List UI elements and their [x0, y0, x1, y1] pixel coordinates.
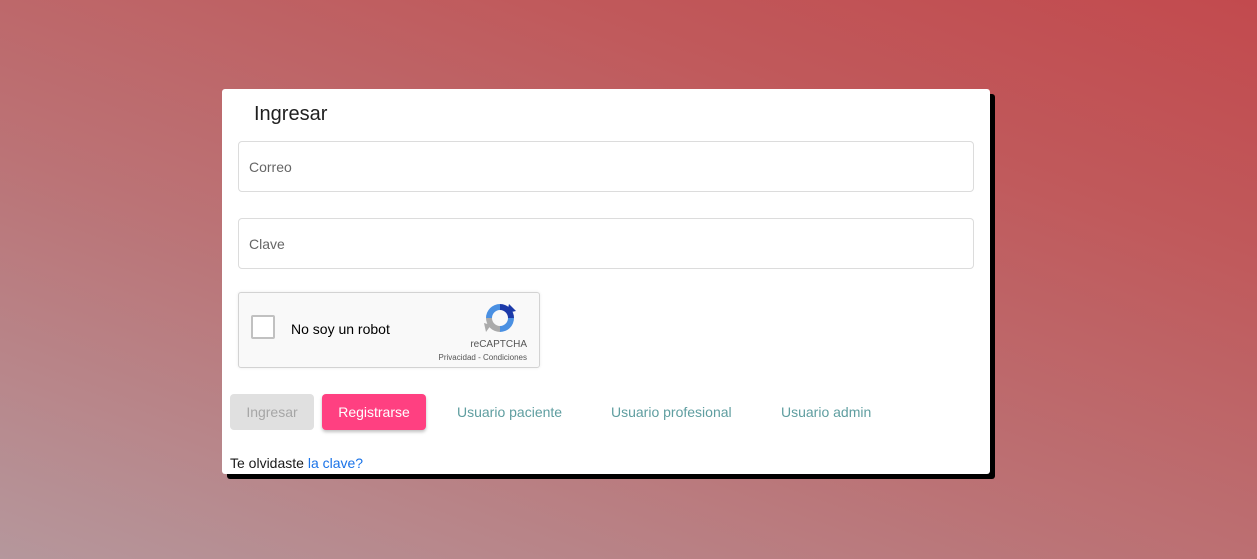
password-input[interactable] — [239, 219, 973, 268]
forgot-password-link[interactable]: la clave? — [308, 455, 363, 471]
recaptcha-checkbox[interactable] — [251, 315, 275, 339]
recaptcha-logo-icon — [484, 304, 516, 332]
recaptcha-links-separator: - — [475, 353, 483, 362]
recaptcha-widget: No soy un robot reCAPTCHA Privacidad - C… — [238, 292, 540, 368]
email-input[interactable] — [239, 142, 973, 191]
forgot-password-text: Te olvidaste la clave? — [230, 455, 363, 471]
register-button[interactable]: Registrarse — [322, 394, 426, 430]
login-button[interactable]: Ingresar — [230, 394, 314, 430]
recaptcha-label: No soy un robot — [291, 321, 390, 337]
password-field[interactable] — [238, 218, 974, 269]
forgot-password-prefix: Te olvidaste — [230, 455, 308, 471]
email-field[interactable] — [238, 141, 974, 192]
recaptcha-links: Privacidad - Condiciones — [439, 353, 528, 362]
recaptcha-terms-link[interactable]: Condiciones — [483, 353, 527, 362]
page-title: Ingresar — [254, 103, 328, 125]
recaptcha-privacy-link[interactable]: Privacidad — [439, 353, 476, 362]
login-card: Ingresar No soy un robot reCAPTCHA Priva… — [222, 89, 990, 474]
admin-user-button[interactable]: Usuario admin — [781, 394, 871, 430]
patient-user-button[interactable]: Usuario paciente — [457, 394, 562, 430]
recaptcha-brand: reCAPTCHA — [470, 339, 527, 350]
professional-user-button[interactable]: Usuario profesional — [611, 394, 732, 430]
